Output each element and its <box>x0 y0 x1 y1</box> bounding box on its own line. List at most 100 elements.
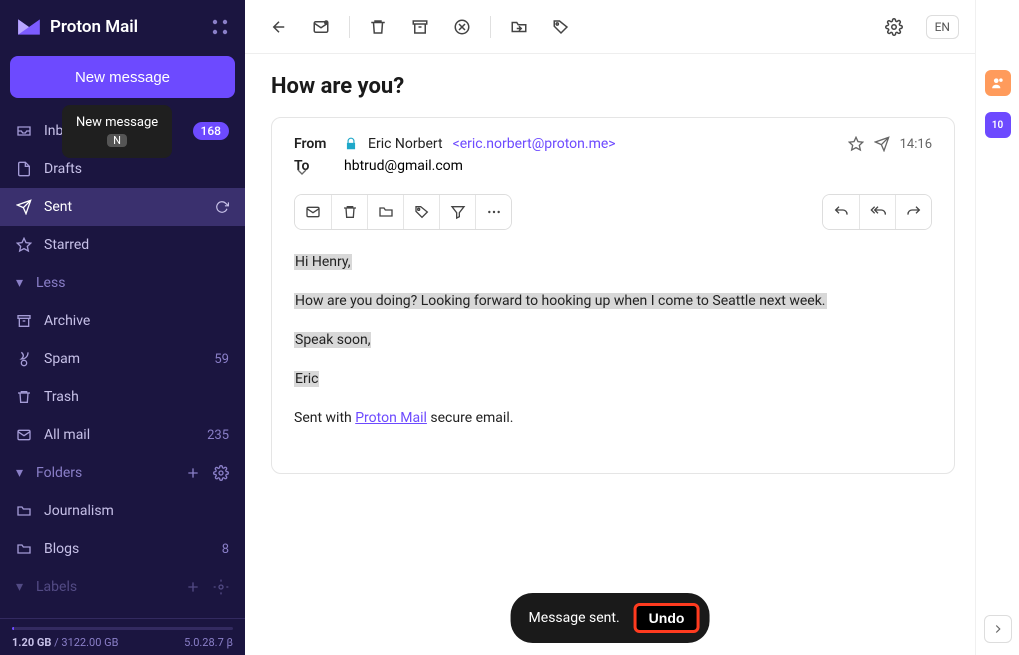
folder-count: 8 <box>222 542 229 557</box>
inbox-badge: 168 <box>193 122 229 140</box>
folder-label: Blogs <box>44 541 210 557</box>
message-toolbar: EN <box>245 0 975 54</box>
tooltip-shortcut-key: N <box>107 134 127 147</box>
nav-label: Trash <box>44 389 229 405</box>
reply-button[interactable] <box>823 195 859 229</box>
section-label: Less <box>36 275 65 291</box>
proton-mail-link[interactable]: Proton Mail <box>355 410 427 426</box>
spam-count: 59 <box>214 352 229 367</box>
move-message-button[interactable] <box>367 195 403 229</box>
archive-button[interactable] <box>402 9 438 45</box>
lock-icon <box>344 137 358 151</box>
message-subject: How are you? <box>265 74 955 99</box>
rail-calendar-icon[interactable]: 10 <box>985 112 1011 138</box>
nav-label: Sent <box>44 199 203 215</box>
version-text: 5.0.28.7 β <box>184 636 233 649</box>
trash-icon <box>16 389 32 405</box>
right-rail: 10 <box>975 0 1019 655</box>
message-actions-right <box>822 194 932 230</box>
inbox-icon <box>16 123 32 139</box>
nav-label: Drafts <box>44 161 229 177</box>
nav-trash[interactable]: Trash <box>0 378 245 416</box>
forward-button[interactable] <box>895 195 931 229</box>
rail-contacts-icon[interactable] <box>985 70 1011 96</box>
archive-icon <box>16 313 32 329</box>
settings-button[interactable] <box>876 9 912 45</box>
brand-name: Proton Mail <box>50 17 138 37</box>
nav-allmail[interactable]: All mail 235 <box>0 416 245 454</box>
storage-text: 1.20 GB / 3122.00 GB <box>12 636 118 649</box>
sent-status-icon <box>874 136 890 152</box>
labels-header[interactable]: ▾ Labels <box>0 568 245 606</box>
nav-sent[interactable]: Sent <box>0 188 245 226</box>
sender-name[interactable]: Eric Norbert <box>368 136 443 152</box>
add-folder-icon[interactable] <box>185 465 201 481</box>
nav-label: Starred <box>44 237 229 253</box>
folder-settings-icon[interactable] <box>213 465 229 481</box>
chevron-down-icon: ▾ <box>16 275 28 291</box>
proton-logo-icon <box>16 14 42 40</box>
chevron-down-icon: ▾ <box>16 465 28 481</box>
body-line-3: Speak soon, <box>294 332 371 348</box>
sidebar-nav: Inbox 168 Drafts Sent Starred ▾ Less <box>0 112 245 618</box>
sidebar-header: Proton Mail <box>0 0 245 50</box>
signature: Sent with Proton Mail secure email. <box>294 408 932 429</box>
toast-text: Message sent. <box>529 610 620 626</box>
message-time: 14:16 <box>900 137 932 152</box>
delete-message-button[interactable] <box>331 195 367 229</box>
nav-label: Archive <box>44 313 229 329</box>
mark-unread-button[interactable] <box>295 195 331 229</box>
spam-button[interactable] <box>444 9 480 45</box>
sender-email[interactable]: <eric.norbert@proton.me> <box>453 136 616 152</box>
drafts-icon <box>16 161 32 177</box>
apps-grid-icon[interactable] <box>211 18 229 36</box>
body-line-1: Hi Henry, <box>294 254 352 270</box>
label-settings-icon[interactable] <box>213 579 229 595</box>
nav-label: Spam <box>44 351 202 367</box>
nav-starred[interactable]: Starred <box>0 226 245 264</box>
delete-button[interactable] <box>360 9 396 45</box>
new-message-tooltip: New message N <box>62 105 172 158</box>
add-label-icon[interactable] <box>185 579 201 595</box>
folders-header[interactable]: ▾ Folders <box>0 454 245 492</box>
tooltip-title: New message <box>76 115 158 130</box>
nav-less-toggle[interactable]: ▾ Less <box>0 264 245 302</box>
message-actions-left <box>294 194 512 230</box>
message-body: Hi Henry, How are you doing? Looking for… <box>294 252 932 429</box>
sent-toast: Message sent. Undo <box>511 593 710 643</box>
reply-all-button[interactable] <box>859 195 895 229</box>
message-content: How are you? From Eric Norbert <eric.nor… <box>245 54 975 655</box>
folder-icon <box>16 503 32 519</box>
storage-footer: 1.20 GB / 3122.00 GB 5.0.28.7 β <box>0 618 245 655</box>
more-message-button[interactable] <box>475 195 511 229</box>
brand-logo[interactable]: Proton Mail <box>16 14 138 40</box>
main-panel: EN How are you? From Eric Norbert <eric.… <box>245 0 975 655</box>
undo-button[interactable]: Undo <box>634 603 700 633</box>
storage-bar <box>12 627 233 630</box>
move-button[interactable] <box>501 9 537 45</box>
new-message-button[interactable]: New message <box>10 56 235 98</box>
recipient-email[interactable]: hbtrud@gmail.com <box>344 158 463 174</box>
folder-blogs[interactable]: Blogs 8 <box>0 530 245 568</box>
language-switcher[interactable]: EN <box>926 15 959 39</box>
nav-archive[interactable]: Archive <box>0 302 245 340</box>
section-label: Folders <box>36 465 82 481</box>
star-icon <box>16 237 32 253</box>
label-button[interactable] <box>543 9 579 45</box>
chevron-down-icon: ▾ <box>16 579 28 595</box>
rail-expand-button[interactable] <box>984 615 1012 643</box>
star-icon[interactable] <box>848 136 864 152</box>
body-line-2: How are you doing? Looking forward to ho… <box>294 293 827 309</box>
from-label: From <box>294 136 334 152</box>
mark-read-button[interactable] <box>303 9 339 45</box>
body-line-4: Eric <box>294 371 319 387</box>
folder-journalism[interactable]: Journalism <box>0 492 245 530</box>
filter-message-button[interactable] <box>439 195 475 229</box>
back-button[interactable] <box>261 9 297 45</box>
spam-icon <box>16 351 32 367</box>
label-message-button[interactable] <box>403 195 439 229</box>
refresh-icon[interactable] <box>215 200 229 214</box>
allmail-icon <box>16 427 32 443</box>
section-label: Labels <box>36 579 77 595</box>
nav-spam[interactable]: Spam 59 <box>0 340 245 378</box>
